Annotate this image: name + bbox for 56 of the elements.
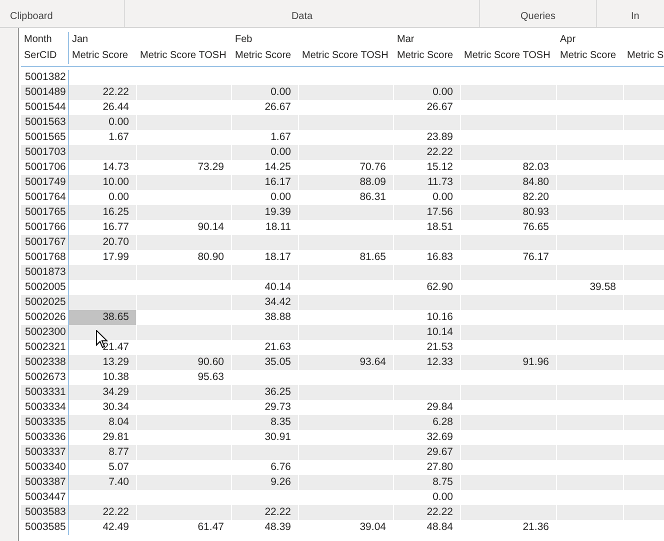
- column-header[interactable]: Metric Score TOSH: [464, 48, 550, 64]
- row-header: 5001544: [25, 100, 66, 115]
- row-header: 5003336: [25, 430, 66, 445]
- ribbon-group-label: Queries: [520, 10, 556, 24]
- ribbon-group-label: In: [631, 10, 640, 24]
- row-header: 5003334: [25, 400, 66, 415]
- table-cell: 61.47: [137, 520, 232, 535]
- row-header: 5002026: [25, 310, 66, 325]
- column-header[interactable]: Metric Score: [235, 48, 292, 64]
- month-header: Month: [24, 34, 52, 45]
- table-cell: 42.49: [69, 520, 137, 535]
- row-header: 5003583: [25, 505, 66, 520]
- row-header: 5001565: [25, 130, 66, 145]
- column-header[interactable]: Metric Score: [72, 48, 128, 64]
- row-header: 5002338: [25, 355, 66, 370]
- row-header: 5003340: [25, 460, 66, 475]
- row-header: 5001768: [25, 250, 66, 265]
- row-header: 5003387: [25, 475, 66, 490]
- row-header: 5002300: [25, 325, 66, 340]
- row-header: 5001764: [25, 190, 66, 205]
- row-header: 5002321: [25, 340, 66, 355]
- month-header: Mar: [397, 34, 414, 45]
- row-header: 5001767: [25, 235, 66, 250]
- row-header: 5002025: [25, 295, 66, 310]
- row-header: 5001563: [25, 115, 66, 130]
- row-header: 5001489: [25, 85, 66, 100]
- row-header: 5001766: [25, 220, 66, 235]
- column-header[interactable]: Metric Score TOSH: [302, 48, 388, 64]
- column-header[interactable]: Metric Score: [397, 48, 454, 64]
- table-cell: 21.36: [461, 520, 557, 535]
- column-header[interactable]: Metric Score: [560, 48, 616, 64]
- row-header: 5001765: [25, 205, 66, 220]
- row-header: 5003337: [25, 445, 66, 460]
- row-header: 5001873: [25, 265, 66, 280]
- table-cell: 39.04: [299, 520, 394, 535]
- table-cell: 48.84: [394, 520, 461, 535]
- ribbon-group-label: Clipboard: [10, 10, 53, 24]
- month-header: Apr: [560, 34, 576, 45]
- row-header: 5002673: [25, 370, 66, 385]
- row-header: 5003585: [25, 520, 66, 535]
- month-header: Jan: [72, 34, 88, 45]
- ribbon-group-label: Data: [291, 10, 313, 24]
- column-header[interactable]: Metric S: [627, 48, 664, 64]
- row-header: 5001706: [25, 160, 66, 175]
- row-header: 5003331: [25, 385, 66, 400]
- table-cell: 48.39: [232, 520, 299, 535]
- row-header: 5001703: [25, 145, 66, 160]
- table-cell: 38.65: [69, 310, 137, 325]
- row-header: 5003447: [25, 490, 66, 505]
- row-header: 5001749: [25, 175, 66, 190]
- column-header[interactable]: SerCID: [24, 48, 57, 64]
- column-header[interactable]: Metric Score TOSH: [140, 48, 226, 64]
- row-header: 5002005: [25, 280, 66, 295]
- month-header: Feb: [235, 34, 252, 45]
- row-header: 5003335: [25, 415, 66, 430]
- row-header: 5001382: [25, 70, 66, 85]
